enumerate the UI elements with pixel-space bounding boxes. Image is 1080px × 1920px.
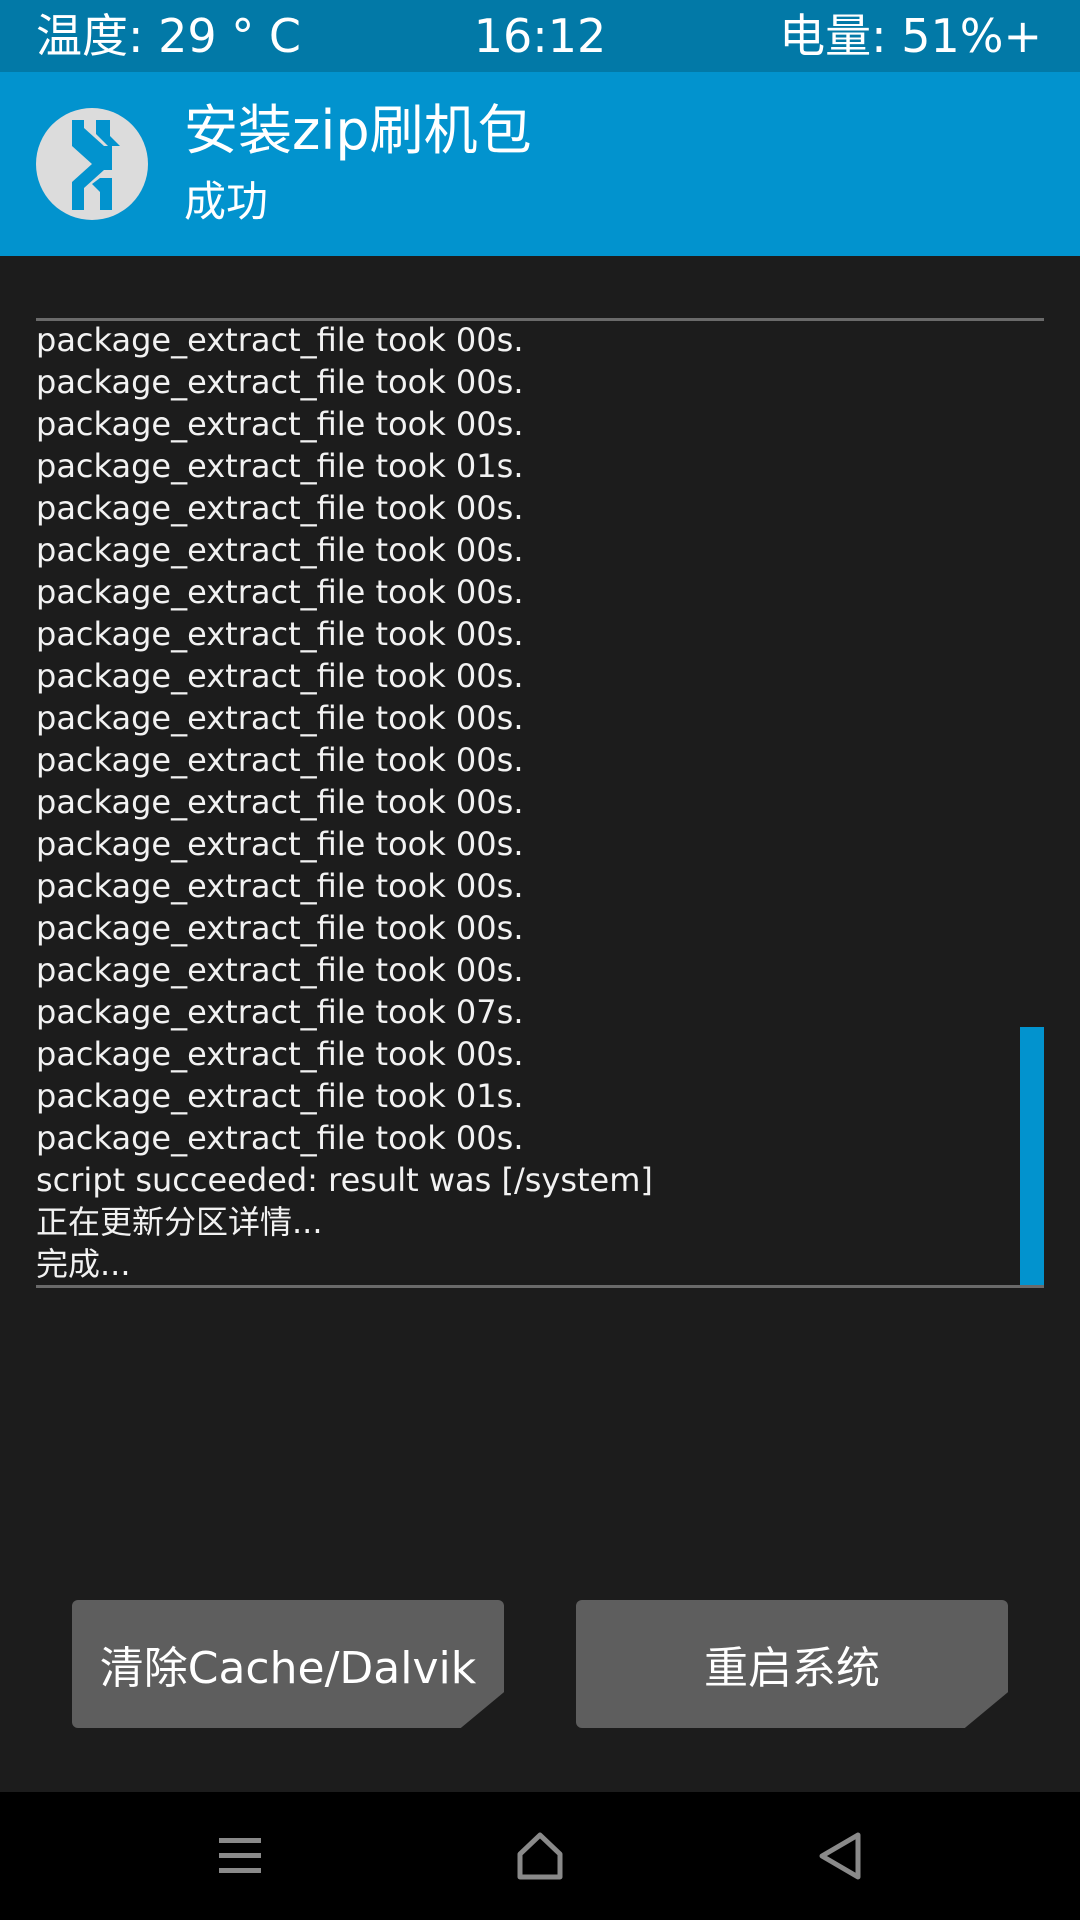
console-line: package_extract_file took 00s. — [36, 489, 524, 527]
menu-icon[interactable] — [204, 1820, 276, 1892]
console-line: 完成... — [36, 1245, 131, 1283]
console-line: package_extract_file took 01s. — [36, 1077, 524, 1115]
console-line: package_extract_file took 00s. — [36, 363, 524, 401]
console-line: package_extract_file took 00s. — [36, 615, 524, 653]
console-line: package_extract_file took 00s. — [36, 741, 524, 779]
battery-readout: 电量: 51%+ — [779, 9, 1042, 63]
back-icon[interactable] — [804, 1820, 876, 1892]
console-line: package_extract_file took 07s. — [36, 993, 524, 1031]
console-line: package_extract_file took 00s. — [36, 783, 524, 821]
console-line: package_extract_file took 00s. — [36, 531, 524, 569]
twrp-logo-icon — [34, 106, 150, 222]
console-line: package_extract_file took 00s. — [36, 1119, 524, 1157]
console-line: package_extract_file took 00s. — [36, 825, 524, 863]
wipe-cache-dalvik-button[interactable]: 清除Cache/Dalvik — [72, 1600, 504, 1728]
reboot-system-button[interactable]: 重启系统 — [576, 1600, 1008, 1728]
console-line: package_extract_file took 01s. — [36, 447, 524, 485]
console-line: package_extract_file took 00s. — [36, 657, 524, 695]
console-line: package_extract_file took 00s. — [36, 699, 524, 737]
console-log[interactable]: package_extract_file took 00s. package_ex… — [36, 318, 1044, 1288]
header: 安装zip刷机包 成功 — [0, 72, 1080, 256]
page-title: 安装zip刷机包 — [184, 99, 532, 162]
console-scrollbar[interactable] — [1020, 1027, 1044, 1285]
console-line: package_extract_file took 00s. — [36, 951, 524, 989]
home-icon[interactable] — [504, 1820, 576, 1892]
navigation-bar — [0, 1792, 1080, 1920]
console-line: 正在更新分区详情... — [36, 1203, 323, 1241]
console-line: package_extract_file took 00s. — [36, 573, 524, 611]
console-line: package_extract_file took 00s. — [36, 405, 524, 443]
console-line: package_extract_file took 00s. — [36, 1035, 524, 1073]
console-line: package_extract_file took 00s. — [36, 321, 524, 359]
console-line: script succeeded: result was [/system] — [36, 1161, 653, 1199]
status-bar: 温度: 29 ° C 16:12 电量: 51%+ — [0, 0, 1080, 72]
console-lines: package_extract_file took 00s. package_ex… — [36, 321, 1016, 1285]
console-line: package_extract_file took 00s. — [36, 909, 524, 947]
status-subtitle: 成功 — [184, 177, 269, 226]
console-line: package_extract_file took 00s. — [36, 867, 524, 905]
